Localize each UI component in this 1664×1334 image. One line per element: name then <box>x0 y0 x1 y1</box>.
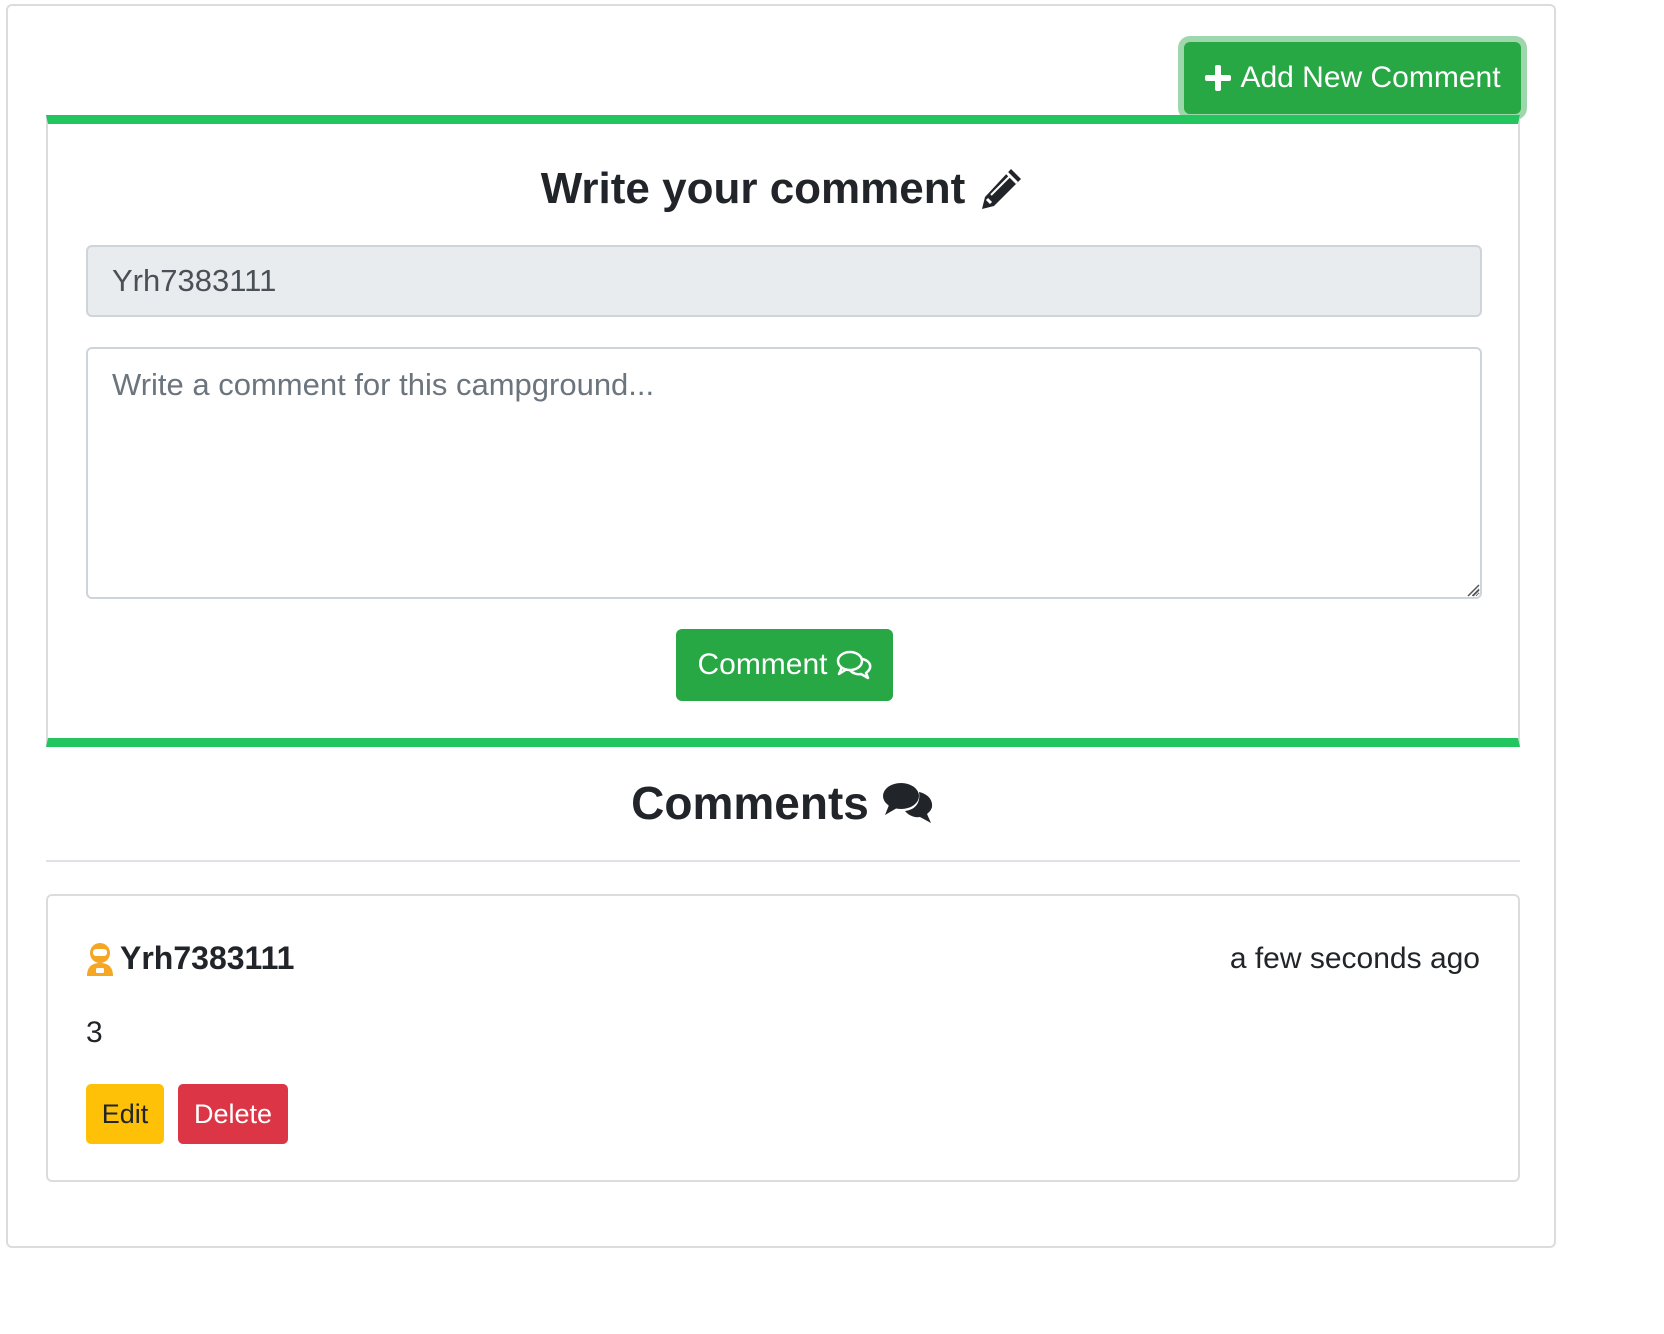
plus-icon <box>1204 64 1232 92</box>
pencil-icon <box>977 165 1025 213</box>
comments-icon <box>881 780 935 826</box>
delete-comment-button[interactable]: Delete <box>178 1084 288 1144</box>
add-new-comment-button[interactable]: Add New Comment <box>1184 42 1521 114</box>
comment-text: 3 <box>86 1016 103 1049</box>
edit-comment-button[interactable]: Edit <box>86 1084 164 1144</box>
write-comment-title: Write your comment <box>48 164 1518 214</box>
comment-timestamp: a few seconds ago <box>1229 942 1480 975</box>
comments-divider <box>46 860 1520 862</box>
comment-textarea[interactable] <box>86 347 1482 599</box>
write-comment-card: Write your comment Yrh7383111 Comment <box>46 115 1520 747</box>
comment-author-name: Yrh7383111 <box>120 940 295 976</box>
comments-heading-text: Comments <box>631 777 869 829</box>
username-value: Yrh7383111 <box>112 263 277 298</box>
username-field[interactable]: Yrh7383111 <box>86 245 1482 317</box>
user-astronaut-icon <box>86 942 114 976</box>
comment-author: Yrh7383111 <box>86 940 294 977</box>
comment-card: Yrh7383111 a few seconds ago 3 Edit Dele… <box>46 894 1520 1182</box>
add-new-comment-label: Add New Comment <box>1240 61 1501 94</box>
resize-grip-icon[interactable] <box>1466 583 1480 597</box>
comment-submit-label: Comment <box>697 648 828 681</box>
write-comment-title-text: Write your comment <box>540 164 966 213</box>
comments-heading: Comments <box>46 776 1520 830</box>
chat-bubbles-outline-icon <box>836 650 872 680</box>
comment-submit-button[interactable]: Comment <box>676 629 893 701</box>
